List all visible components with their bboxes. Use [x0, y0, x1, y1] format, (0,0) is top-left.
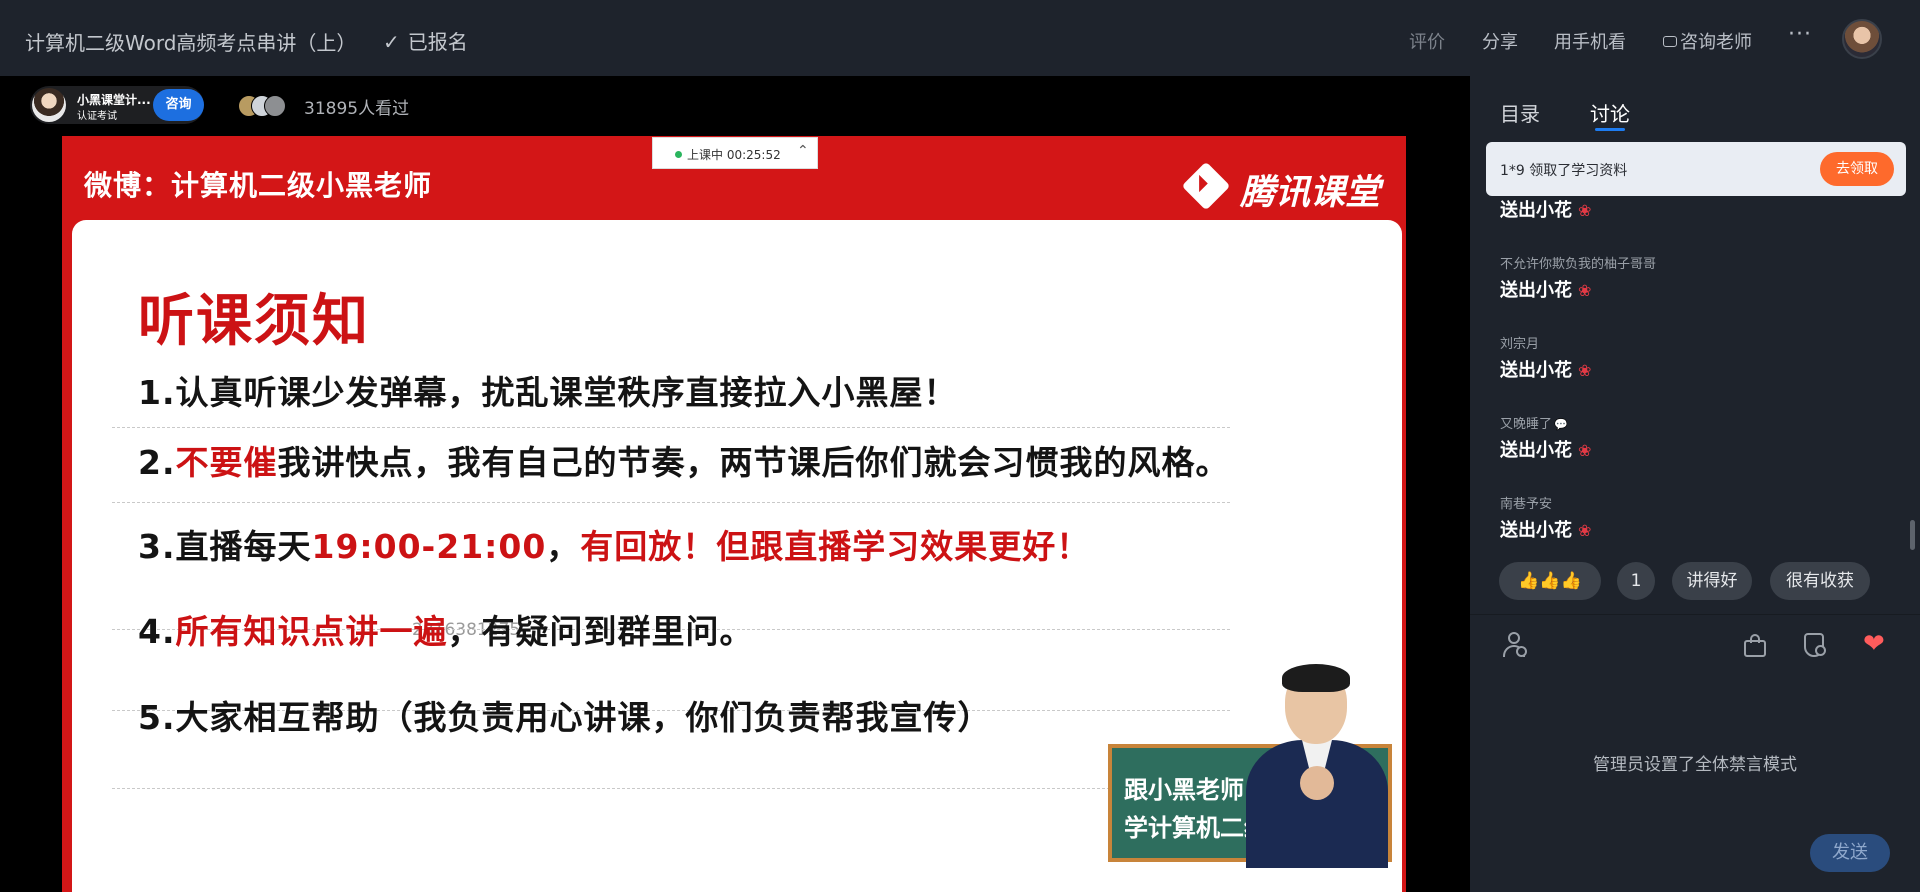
rule-2: 2.不要催我讲快点，我有自己的节奏，两节课后你们就会习惯我的风格。: [138, 443, 1230, 482]
tencent-logo-icon: [1181, 161, 1231, 211]
chat-message: 送出小花 ❀: [1500, 440, 1592, 461]
shield-icon[interactable]: [1802, 632, 1828, 658]
flower-icon: ❀: [1578, 281, 1592, 300]
rule-1: 1.认真听课少发弹幕，扰乱课堂秩序直接拉入小黑屋！: [138, 373, 958, 412]
host-subtitle: 认证考试: [77, 111, 117, 122]
viewer-count: 31895人看过: [304, 99, 410, 119]
chat-message: 送出小花 ❀: [1500, 520, 1592, 541]
divider: [112, 502, 1230, 503]
quick-reply-thumbs[interactable]: 👍👍👍: [1499, 562, 1601, 600]
chevron-up-icon[interactable]: ⌃: [797, 143, 809, 159]
host-consult-button[interactable]: 咨询: [153, 89, 204, 121]
chat-username: 又晚睡了 💬: [1500, 417, 1568, 432]
divider: [1470, 614, 1920, 615]
quick-reply-well-said[interactable]: 讲得好: [1672, 562, 1752, 600]
course-title: 计算机二级Word高频考点串讲（上）: [25, 31, 357, 55]
tab-catalog[interactable]: 目录: [1500, 98, 1540, 127]
tab-discussion[interactable]: 讨论: [1590, 98, 1630, 127]
watch-on-mobile-button[interactable]: 用手机看: [1554, 28, 1626, 54]
share-button[interactable]: 分享: [1482, 28, 1518, 54]
notice-text: 1*9 领取了学习资料: [1500, 163, 1628, 179]
more-icon[interactable]: ···: [1788, 22, 1812, 47]
flower-icon: ❀: [1578, 201, 1592, 220]
rule-4: 4.所有知识点讲一遍，有疑问到群里问。: [138, 612, 754, 651]
flower-icon: ❀: [1578, 521, 1592, 540]
live-status-pill[interactable]: 上课中 00:25:52 ⌃: [652, 137, 818, 169]
speech-icon: 💬: [1554, 418, 1568, 431]
lecture-slide: 微博：计算机二级小黑老师 腾讯课堂 听课须知 1.认真听课少发弹幕，扰乱课堂秩序…: [62, 136, 1406, 892]
viewer-avatar: [264, 95, 286, 117]
top-bar: 计算机二级Word高频考点串讲（上） ✓ 已报名 评价 分享 用手机看 咨询老师 …: [0, 0, 1920, 76]
chat-message: 送出小花 ❀: [1500, 280, 1592, 301]
tencent-classroom-logo: 腾讯课堂: [1181, 160, 1392, 213]
divider: [112, 788, 1230, 789]
flower-icon: ❀: [1578, 361, 1592, 380]
chat-message: 送出小花 ❀: [1500, 200, 1592, 221]
consult-teacher-button[interactable]: 咨询老师: [1663, 28, 1752, 54]
chat-username: 刘宗月: [1500, 337, 1540, 352]
mute-notice: 管理员设置了全体禁言模式: [1593, 755, 1797, 775]
slide-card: 听课须知 1.认真听课少发弹幕，扰乱课堂秩序直接拉入小黑屋！ 2.不要催我讲快点…: [72, 220, 1402, 892]
rule-5: 5.大家相互帮助（我负责用心讲课，你们负责帮我宣传）: [138, 698, 992, 737]
consult-teacher-label: 咨询老师: [1680, 32, 1752, 53]
live-status-text: 上课中 00:25:52: [687, 148, 781, 162]
slide-weibo: 微博：计算机二级小黑老师: [84, 169, 433, 202]
user-tool-icon[interactable]: [1502, 632, 1528, 658]
heart-icon[interactable]: ❤: [1863, 629, 1893, 659]
check-icon: ✓: [383, 30, 400, 54]
slide-title: 听课须知: [138, 288, 370, 354]
registered-label: 已报名: [407, 30, 468, 54]
flower-icon: ❀: [1578, 441, 1592, 460]
chat-scrollbar[interactable]: [1910, 520, 1915, 550]
user-avatar[interactable]: [1842, 19, 1882, 59]
registered-status: ✓ 已报名: [383, 26, 468, 55]
notice-bar: 1*9 领取了学习资料 去领取: [1486, 142, 1906, 196]
chat-message: 送出小花 ❀: [1500, 360, 1592, 381]
active-tab-indicator: [1595, 128, 1625, 131]
viewer-avatars: [238, 95, 296, 117]
side-panel: 目录 讨论 送出小花 ❀ 不允许你欺负我的柚子哥哥 送出小花 ❀ 刘宗月 送出小花 ❀…: [1470, 76, 1920, 892]
board-line-1: 跟小黑老师: [1124, 776, 1244, 804]
quick-reply-one[interactable]: 1: [1617, 562, 1655, 600]
host-info[interactable]: 小黑课堂计... 认证考试 咨询: [30, 86, 204, 124]
chat-username: 南巷予安: [1500, 497, 1553, 512]
chat-username: 不允许你欺负我的柚子哥哥: [1500, 257, 1657, 272]
host-name: 小黑课堂计...: [77, 93, 151, 107]
live-dot-icon: [675, 151, 682, 158]
video-area[interactable]: 小黑课堂计... 认证考试 咨询 31895人看过 微博：计算机二级小黑老师 腾…: [0, 76, 1470, 892]
bag-icon[interactable]: [1742, 632, 1768, 658]
chat-bubble-icon: [1663, 36, 1677, 47]
quick-reply-learned-a-lot[interactable]: 很有收获: [1770, 562, 1870, 600]
teacher-photo: [1242, 664, 1392, 868]
rule-3: 3.直播每天19:00-21:00，有回放！但跟直播学习效果更好！: [138, 527, 1091, 566]
send-button[interactable]: 发送: [1810, 834, 1890, 872]
divider: [112, 427, 1230, 428]
host-avatar[interactable]: [32, 88, 66, 122]
brand-text: 腾讯课堂: [1240, 173, 1381, 213]
claim-materials-button[interactable]: 去领取: [1820, 152, 1894, 186]
rate-button[interactable]: 评价: [1409, 28, 1445, 54]
